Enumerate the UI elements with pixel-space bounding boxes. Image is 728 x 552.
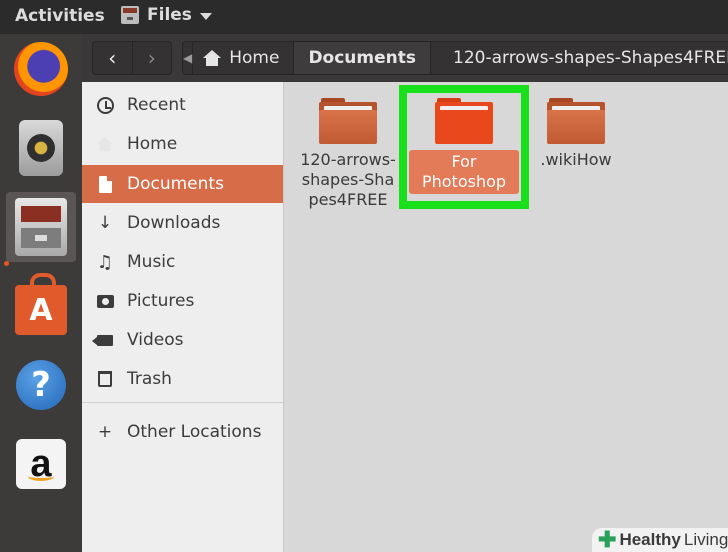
nav-buttons: ‹ ›	[92, 41, 172, 75]
dock-help[interactable]: ?	[6, 350, 76, 420]
watermark-bold: Healthy	[619, 530, 681, 549]
app-menu[interactable]: Files	[121, 5, 212, 25]
sidebar-item-other-locations[interactable]: + Other Locations	[82, 413, 283, 451]
sidebar-separator	[82, 402, 283, 403]
amazon-icon: a	[16, 439, 66, 489]
sidebar-item-downloads[interactable]: ↓ Downloads	[82, 204, 283, 242]
sidebar-item-trash[interactable]: Trash	[82, 360, 283, 398]
dock-software-center[interactable]: A	[6, 271, 76, 341]
folder-icon	[435, 98, 493, 144]
sidebar-item-home[interactable]: Home	[82, 125, 283, 163]
software-center-icon: A	[15, 273, 67, 335]
files-icon	[15, 198, 67, 256]
folder-label: 120-arrows-shapes-Shapes4FREE	[300, 150, 396, 209]
help-icon: ?	[16, 360, 66, 410]
sidebar-item-label: Documents	[127, 174, 224, 194]
app-menu-label: Files	[147, 5, 192, 25]
folder-item-wikihow[interactable]: .wikiHow	[521, 96, 631, 170]
sidebar-item-label: Trash	[127, 369, 172, 389]
dock-files[interactable]	[6, 192, 76, 262]
folder-item-for-photoshop[interactable]: For Photoshop	[409, 96, 519, 194]
home-icon	[203, 50, 222, 66]
running-indicator	[4, 261, 9, 266]
sidebar-item-label: Home	[127, 134, 178, 154]
folder-label: For Photoshop	[409, 150, 519, 194]
sidebar-item-music[interactable]: ♫ Music	[82, 243, 283, 281]
folder-icon	[547, 98, 605, 144]
sidebar-item-label: Recent	[127, 95, 186, 115]
folder-item-120-arrows[interactable]: 120-arrows-shapes-Shapes4FREE	[293, 96, 403, 210]
trash-icon	[95, 369, 115, 389]
back-button[interactable]: ‹	[93, 42, 132, 74]
video-icon	[92, 330, 115, 350]
files-app-icon	[121, 6, 139, 24]
firefox-icon	[14, 42, 68, 96]
chevron-down-icon	[199, 12, 212, 20]
breadcrumb-home[interactable]: Home	[193, 42, 295, 74]
sidebar-item-recent[interactable]: Recent	[82, 86, 283, 124]
sidebar-item-label: Other Locations	[127, 422, 262, 442]
sidebar-item-videos[interactable]: Videos	[82, 321, 283, 359]
sidebar-item-pictures[interactable]: Pictures	[82, 282, 283, 320]
watermark-normal: Living	[683, 530, 728, 549]
watermark: ✚ Healthy Living	[592, 528, 728, 552]
breadcrumb-home-label: Home	[229, 48, 280, 68]
sidebar-item-label: Music	[127, 252, 176, 272]
document-icon	[95, 174, 115, 194]
rhythmbox-icon	[19, 120, 63, 176]
dock-amazon[interactable]: a	[6, 429, 76, 499]
dock: A ? a	[0, 34, 82, 552]
download-icon: ↓	[97, 213, 113, 233]
plus-icon: +	[97, 422, 113, 442]
sidebar-item-label: Videos	[127, 330, 184, 350]
breadcrumb-subfolder[interactable]: 120-arrows-shapes-Shapes4FREE	[431, 42, 728, 74]
sidebar: Recent Home Documents ↓ Downloads ♫ Musi…	[82, 82, 284, 552]
file-view: 120-arrows-shapes-Shapes4FREE For Photos…	[285, 82, 728, 552]
activities-button[interactable]: Activities	[15, 6, 105, 26]
folder-label: .wikiHow	[540, 150, 612, 169]
path-scroll-left-button[interactable]: ◀	[183, 42, 194, 74]
forward-button[interactable]: ›	[131, 42, 172, 74]
sidebar-item-label: Pictures	[127, 291, 195, 311]
top-panel: Activities Files	[0, 0, 728, 34]
dock-firefox[interactable]	[6, 34, 76, 104]
camera-icon	[95, 291, 115, 311]
plus-icon: ✚	[598, 527, 617, 552]
clock-icon	[95, 95, 115, 115]
breadcrumb: ◀ Home Documents 120-arrows-shapes-Shape…	[182, 41, 728, 75]
breadcrumb-documents[interactable]: Documents	[294, 42, 431, 74]
folder-icon	[319, 98, 377, 144]
sidebar-item-label: Downloads	[127, 213, 221, 233]
header-bar: ‹ › ◀ Home Documents 120-arrows-shapes-S…	[82, 34, 728, 82]
dock-rhythmbox[interactable]	[6, 113, 76, 183]
sidebar-item-documents[interactable]: Documents	[82, 165, 283, 203]
home-icon	[95, 134, 115, 154]
music-icon: ♫	[96, 251, 114, 273]
